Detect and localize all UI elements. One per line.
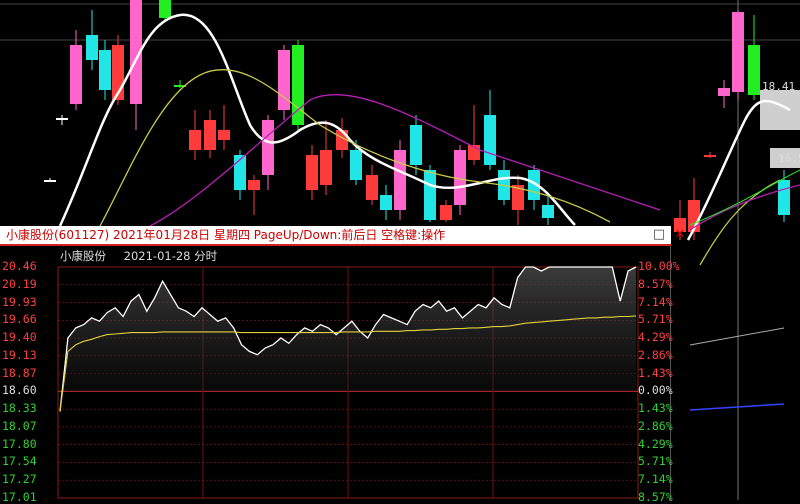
popup-title-bar[interactable]: 小康股份(601127) 2021年01月28日 星期四 PageUp/Down… [0,226,685,246]
candle-body [732,12,744,92]
candle-body [56,118,68,120]
percent-tick-label: 5.71% [638,312,673,327]
candle-body [440,205,452,220]
candle-body [159,0,171,18]
price-tick-label: 19.93 [2,294,37,309]
percent-tick-label: 8.57% [638,276,673,291]
candle-body [218,130,230,140]
price-tick-label: 18.33 [2,401,37,416]
candle-body [394,150,406,210]
candle-body [484,115,496,165]
popup-title-weekday: 星期四 [213,228,250,242]
candle-body [778,180,790,215]
candle-body [366,175,378,200]
candle-body [454,150,466,205]
candle-body [86,35,98,60]
percent-tick-label: 4.29% [638,330,673,345]
price-tick-label: 17.01 [2,490,37,504]
percent-tick-label: 7.14% [638,472,673,487]
percent-tick-label: 5.71% [638,454,673,469]
percent-tick-label: 8.57% [638,490,673,504]
close-icon[interactable]: ✕ [672,227,688,243]
price-tag-box [760,90,800,130]
price-tick-label: 20.46 [2,259,37,273]
price-tick-label: 19.66 [2,312,37,327]
candle-body [380,195,392,210]
price-tick-label: 19.40 [2,330,37,345]
candle-body [410,125,422,165]
price-tick-label: 17.54 [2,454,37,469]
subtitle-date: 2021-01-28 分时 [123,249,218,263]
indicator-line [689,403,785,411]
intraday-subtitle: 小康股份 2021-01-28 分时 [60,248,231,264]
candle-body [748,45,760,95]
percent-tick-label: 0.00% [638,383,673,398]
price-tick-label: 20.19 [2,276,37,291]
popup-title-stock: 小康股份(601127) [6,228,110,242]
intraday-chart [57,266,639,499]
price-tick-label: 18.07 [2,418,37,433]
popup-title-date: 2021年01月28日 [113,228,211,242]
candle-body [99,50,111,90]
candle-body [350,150,362,180]
candle-body [44,180,56,182]
candle-body [424,170,436,220]
indicator-line [689,327,785,346]
candle-body [704,155,716,157]
price-tick-label: 18.60 [2,383,37,398]
percent-tick-label: 1.43% [638,365,673,380]
price-tick-label: 19.13 [2,347,37,362]
subtitle-stock: 小康股份 [60,249,106,263]
ma-value-tag-b: 16.5 [778,152,800,165]
price-tick-label: 17.27 [2,472,37,487]
intraday-popup-window[interactable]: 小康股份(601127) 2021年01月28日 星期四 PageUp/Down… [0,226,685,504]
percent-tick-label: 7.14% [638,294,673,309]
candle-body [320,150,332,185]
candle-body [70,45,82,104]
candle-body [204,120,216,150]
candle-body [718,88,730,96]
ma-value-tag-a: 18.41 [762,80,796,93]
percent-tick-label: 10.00% [638,259,680,273]
popup-title-hint: PageUp/Down:前后日 空格键:操作 [253,228,446,242]
percent-tick-label: 2.86% [638,418,673,433]
candle-body [306,155,318,190]
candle-body [248,180,260,190]
percent-tick-label: 4.29% [638,436,673,451]
restore-icon[interactable]: □ [651,227,667,243]
percent-tick-label: 1.43% [638,401,673,416]
percent-tick-label: 2.86% [638,347,673,362]
price-tick-label: 17.80 [2,436,37,451]
price-tick-label: 18.87 [2,365,37,380]
candle-body [542,205,554,218]
candle-body [189,130,201,150]
candle-body [262,120,274,175]
